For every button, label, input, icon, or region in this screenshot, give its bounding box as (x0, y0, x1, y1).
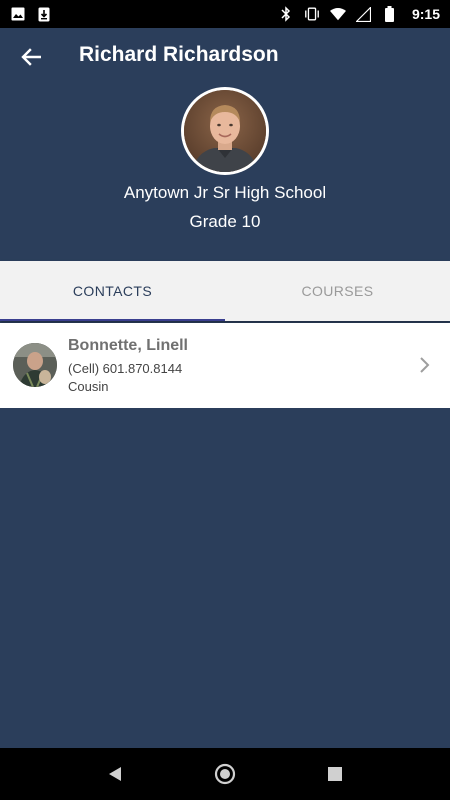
system-nav-bar (0, 748, 450, 800)
status-bar: 9:15 (0, 0, 450, 28)
battery-icon (382, 6, 398, 22)
chevron-right-icon (418, 355, 432, 375)
circle-home-icon (214, 763, 236, 785)
tab-bar: CONTACTS COURSES (0, 261, 450, 321)
contact-phone: (Cell) 601.870.8144 (68, 361, 183, 376)
image-icon (10, 6, 26, 22)
student-header: Richard Richardson Anytown Jr Sr High Sc… (0, 28, 450, 261)
tab-contacts[interactable]: CONTACTS (0, 261, 225, 321)
status-time: 9:15 (411, 6, 440, 22)
signal-icon (356, 6, 372, 22)
status-left (10, 6, 52, 22)
student-photo (184, 90, 266, 172)
page-title: Richard Richardson (79, 43, 279, 66)
nav-home-button[interactable] (205, 754, 245, 794)
vibrate-icon (304, 6, 320, 22)
list-item[interactable]: Bonnette, Linell (Cell) 601.870.8144 Cou… (0, 323, 450, 408)
square-recents-icon (328, 767, 342, 781)
bluetooth-icon (278, 6, 294, 22)
triangle-back-icon (109, 767, 121, 781)
contact-relation: Cousin (68, 379, 109, 394)
nav-back-button[interactable] (95, 754, 135, 794)
tab-courses[interactable]: COURSES (225, 261, 450, 321)
download-icon (36, 6, 52, 22)
back-button[interactable] (14, 40, 48, 74)
school-name: Anytown Jr Sr High School (123, 183, 327, 202)
avatar (13, 343, 57, 387)
student-avatar (181, 87, 269, 175)
status-right: 9:15 (278, 6, 440, 22)
arrow-left-icon (21, 48, 41, 66)
nav-recents-button[interactable] (315, 754, 355, 794)
wifi-icon (329, 6, 346, 22)
grade-level: Grade 10 (189, 212, 261, 231)
contact-name: Bonnette, Linell (68, 337, 188, 354)
